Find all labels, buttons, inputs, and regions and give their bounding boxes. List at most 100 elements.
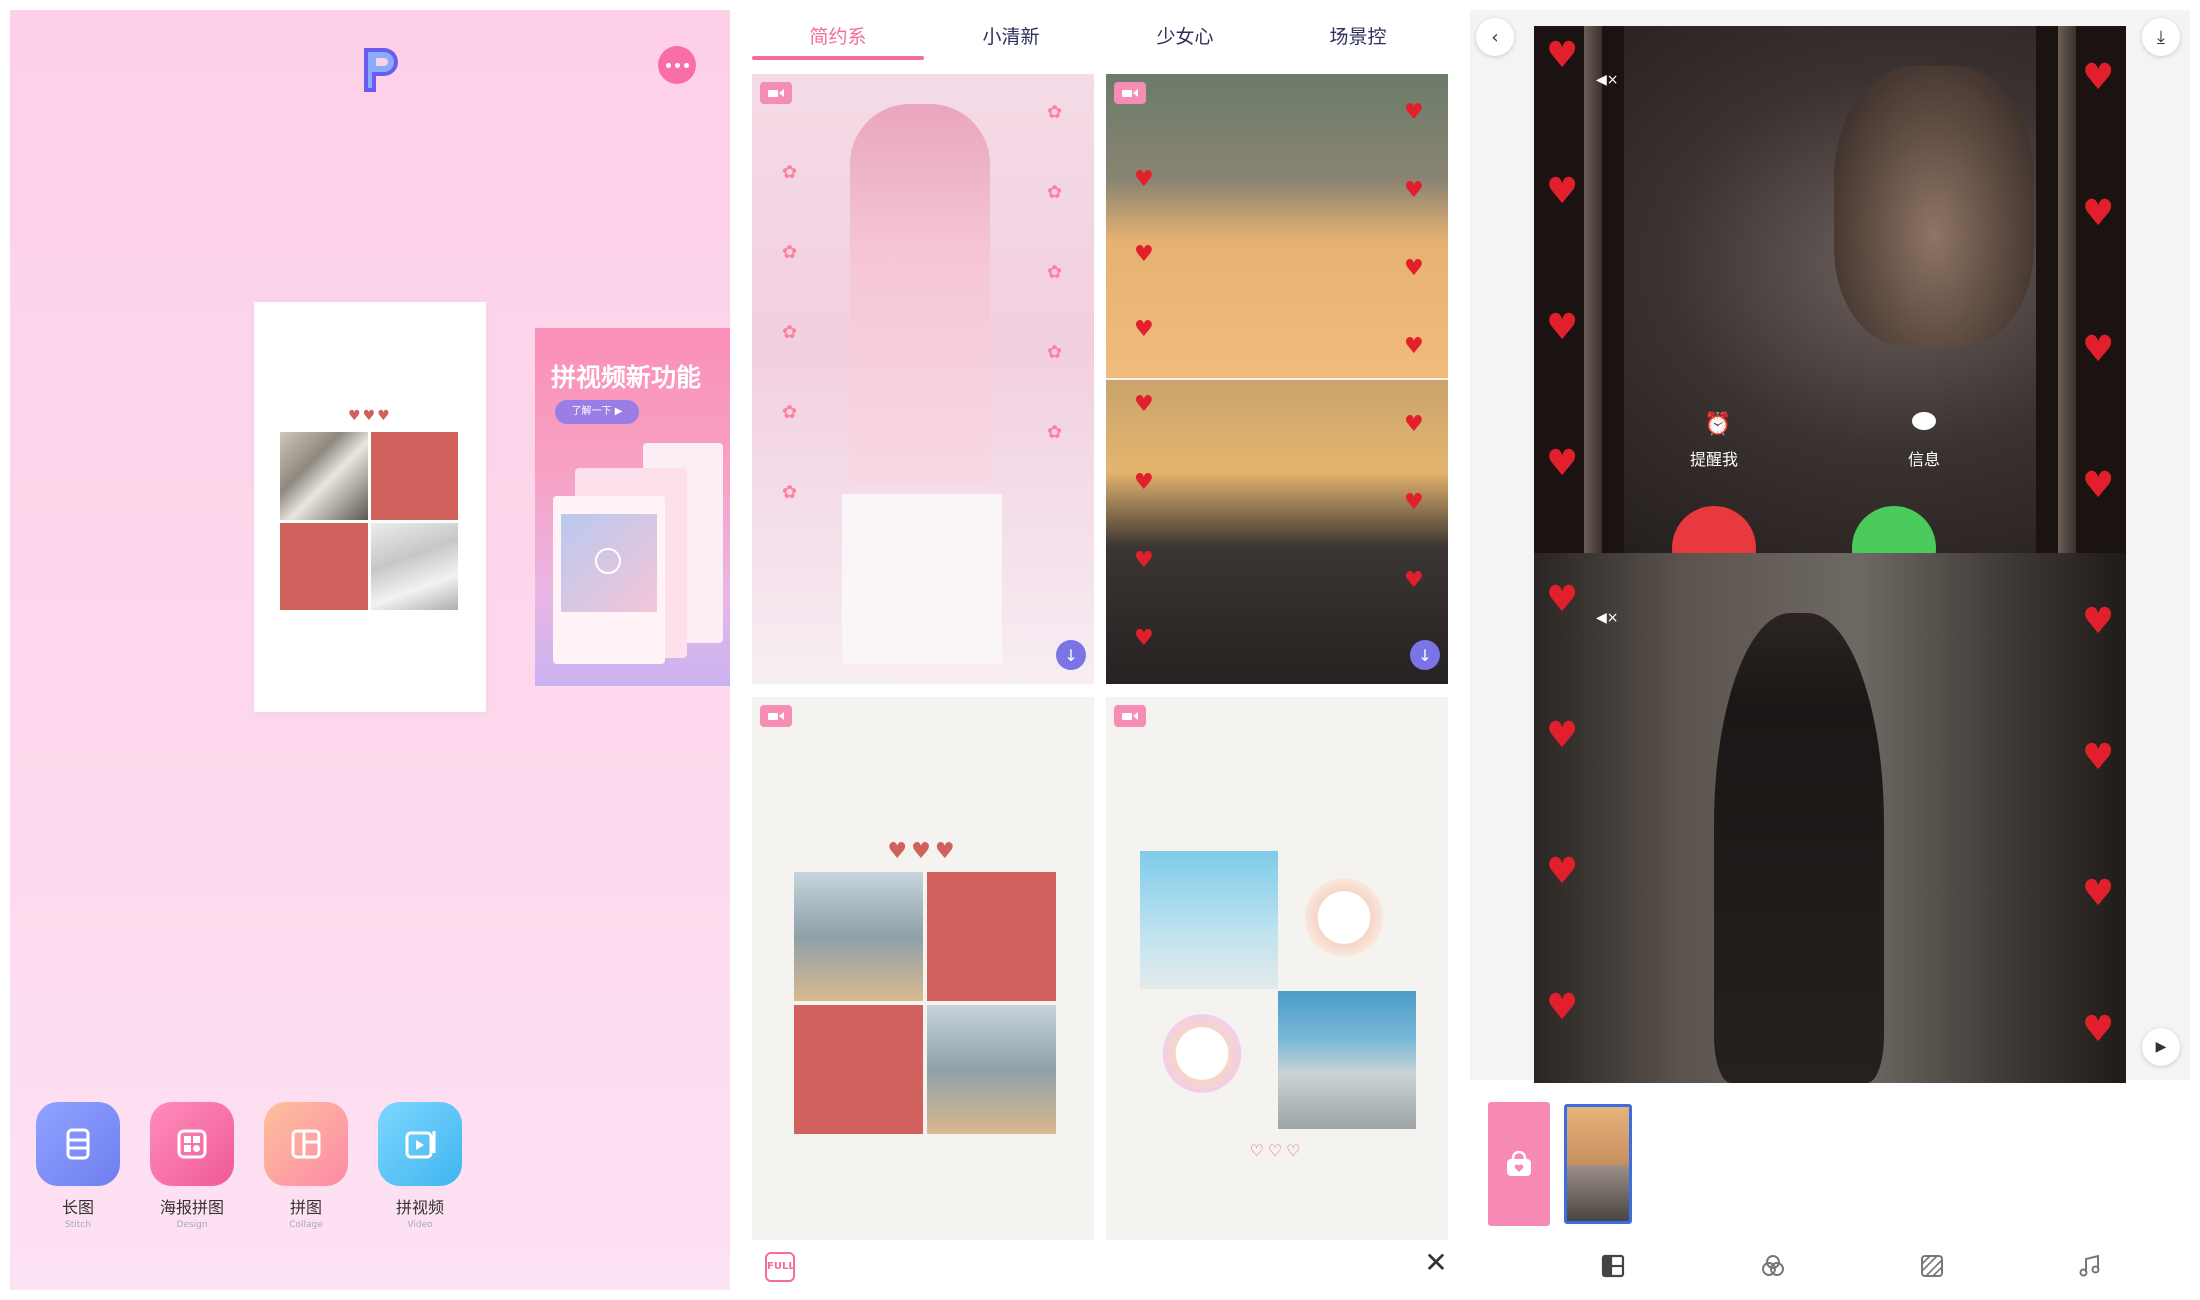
heart-sticker: ♥ [1546, 987, 1579, 1028]
promo-card-video[interactable]: 拼视频新功能 了解一下 ▶ [535, 328, 730, 686]
full-screen-button[interactable]: FULL [765, 1252, 795, 1282]
download-icon[interactable]: ↓ [1410, 640, 1440, 670]
video-subject [1834, 66, 2034, 346]
tool-stitch[interactable]: 长图 Stitch [36, 1102, 120, 1230]
tab-girly[interactable]: 少女心 [1099, 22, 1271, 49]
play-icon [595, 548, 621, 574]
template-card[interactable]: ♥ ♥ ♥ ♥ ♥ ♥ ♥ ♥ ♥ ♥ ♥ ♥ ♥ ♥ ↓ [1106, 74, 1448, 684]
collage-photo [370, 522, 458, 610]
tab-scene[interactable]: 场景控 [1272, 22, 1444, 49]
heart-sticker: ♥ [2082, 329, 2115, 370]
template-card[interactable]: ♥♥♥ [752, 697, 1094, 1240]
tool-design[interactable]: 海报拼图 Design [150, 1102, 234, 1230]
flower-sticker: ✿ [782, 242, 798, 263]
heart-sticker: ♥ [1546, 715, 1579, 756]
heart-sticker: ♥ [1546, 307, 1579, 348]
cartoon-sticker [1302, 877, 1386, 967]
collage-photo [794, 872, 923, 1001]
video-subject [1714, 613, 1884, 1083]
video-icon [378, 1102, 462, 1186]
more-options-button[interactable] [658, 46, 696, 84]
collage-placeholder [370, 432, 458, 520]
tool-video[interactable]: 拼视频 Video [378, 1102, 462, 1230]
heart-sticker: ♥ [1404, 100, 1424, 125]
tool-sublabel: Collage [289, 1220, 323, 1230]
stitch-icon [36, 1102, 120, 1186]
video-badge-icon [1114, 705, 1146, 727]
home-screen: ♥♥♥ 拼视频新功能 了解一下 ▶ 长图 Stitch 海报拼图 Design [10, 10, 730, 1290]
heart-sticker: ♥ [1134, 626, 1154, 651]
heart-sticker: ♥ [1134, 392, 1154, 417]
heart-sticker: ♥ [1404, 334, 1424, 359]
mute-icon[interactable]: ◀× [1596, 72, 1619, 88]
heart-sticker: ♥ [1404, 256, 1424, 281]
tool-collage[interactable]: 拼图 Collage [264, 1102, 348, 1230]
tab-minimal[interactable]: 简约系 [752, 22, 924, 49]
heart-sticker: ♥ [1404, 412, 1424, 437]
learn-more-button[interactable]: 了解一下 ▶ [555, 400, 639, 424]
heart-sticker: ♥ [1404, 178, 1424, 203]
design-icon [150, 1102, 234, 1186]
add-clip-button[interactable] [1488, 1102, 1550, 1226]
flower-sticker: ✿ [1047, 342, 1063, 363]
back-button[interactable]: ‹ [1476, 18, 1514, 56]
heart-sticker: ♥ [1546, 443, 1579, 484]
flower-sticker: ✿ [1047, 182, 1063, 203]
heart-sticker: ♥ [1404, 568, 1424, 593]
flower-sticker: ✿ [782, 322, 798, 343]
collage-photo [280, 432, 368, 520]
tool-sublabel: Design [176, 1220, 208, 1230]
template-card[interactable]: ♡♡♡ [1106, 697, 1448, 1240]
heart-sticker: ♥ [2082, 737, 2115, 778]
collage-photo [1140, 851, 1278, 989]
tool-sublabel: Video [407, 1220, 433, 1230]
template-gallery: 简约系 小清新 少女心 场景控 ✿ ✿ ✿ ✿ ✿ ✿ ✿ ✿ ✿ ✿ ↓ ♥ … [735, 0, 1460, 1300]
heart-sticker: ♥ [1134, 317, 1154, 342]
video-badge-icon [1114, 82, 1146, 104]
hearts-sticker: ♥♥♥ [348, 408, 392, 424]
video-badge-icon [760, 705, 792, 727]
template-card-collage[interactable]: ♥♥♥ [254, 302, 486, 712]
hearts-sticker: ♥♥♥ [887, 839, 959, 864]
video-clip-bottom[interactable] [1534, 553, 2126, 1083]
heart-sticker: ♥ [2082, 601, 2115, 642]
heart-sticker: ♥ [2082, 1009, 2115, 1050]
close-icon[interactable]: ✕ [1421, 1248, 1451, 1278]
shopping-bag-icon [1507, 1151, 1531, 1176]
answer-call-icon [1852, 506, 1936, 553]
heart-sticker: ♥ [1134, 470, 1154, 495]
decline-call-icon [1672, 506, 1756, 553]
heart-sticker: ♥ [2082, 57, 2115, 98]
alarm-icon: ⏰ [1704, 412, 1732, 437]
collage-placeholder [280, 522, 368, 610]
tool-label: 海报拼图 [159, 1198, 224, 1217]
download-icon[interactable]: ↓ [1056, 640, 1086, 670]
tool-label: 长图 [61, 1198, 94, 1217]
clip-thumbnail[interactable] [1564, 1104, 1632, 1224]
mute-icon[interactable]: ◀× [1596, 610, 1619, 626]
flower-sticker: ✿ [1047, 262, 1063, 283]
flower-sticker: ✿ [782, 402, 798, 423]
collage-placeholder [794, 1005, 923, 1134]
app-logo-icon [350, 40, 410, 100]
promo-title: 拼视频新功能 [551, 363, 702, 392]
template-card[interactable]: ✿ ✿ ✿ ✿ ✿ ✿ ✿ ✿ ✿ ✿ ↓ [752, 74, 1094, 684]
background-icon[interactable] [1912, 1246, 1952, 1286]
play-button[interactable]: ▶ [2142, 1028, 2180, 1066]
download-button[interactable]: ⤓ [2142, 18, 2180, 56]
heart-sticker: ♥ [1546, 35, 1579, 76]
heart-sticker: ♥ [2082, 465, 2115, 506]
remind-me-label: 提醒我 [1689, 450, 1738, 469]
filter-icon[interactable] [1753, 1246, 1793, 1286]
music-icon[interactable] [2070, 1246, 2110, 1286]
template-photo [850, 104, 990, 484]
heart-sticker: ♥ [2082, 193, 2115, 234]
video-clip-top[interactable]: 提醒我 信息 ⏰ [1534, 26, 2126, 553]
collage-grid [280, 432, 458, 610]
video-badge-icon [760, 82, 792, 104]
heart-sticker: ♥ [1134, 242, 1154, 267]
layout-icon[interactable] [1593, 1246, 1633, 1286]
tab-fresh[interactable]: 小清新 [925, 22, 1097, 49]
flower-sticker: ✿ [782, 162, 798, 183]
tool-label: 拼图 [289, 1198, 322, 1217]
